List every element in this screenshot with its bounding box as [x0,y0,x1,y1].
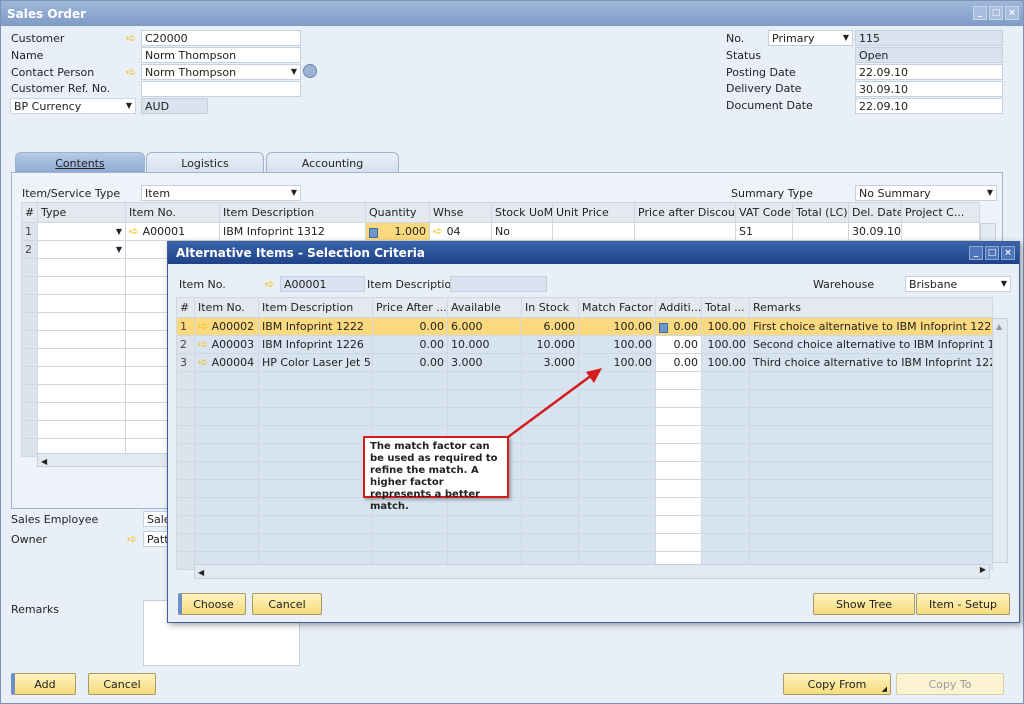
callout-annotation: The match factor can be used as required… [363,436,509,512]
callout-arrow [507,368,602,439]
